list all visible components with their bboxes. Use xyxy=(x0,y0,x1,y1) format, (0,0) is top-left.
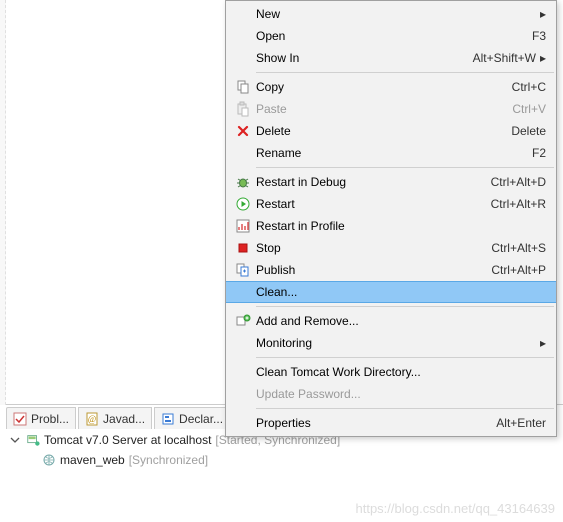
menu-label: Restart in Profile xyxy=(256,219,546,233)
menu-label: Publish xyxy=(256,263,479,277)
menu-restart-profile[interactable]: Restart in Profile xyxy=(226,215,556,237)
menu-shortcut: F3 xyxy=(520,29,546,43)
menu-open[interactable]: Open F3 xyxy=(226,25,556,47)
web-module-icon xyxy=(42,453,56,467)
menu-label: Add and Remove... xyxy=(256,314,546,328)
menu-shortcut: Alt+Enter xyxy=(484,416,546,430)
delete-icon xyxy=(230,123,256,139)
menu-rename[interactable]: Rename F2 xyxy=(226,142,556,164)
menu-label: Show In xyxy=(256,51,461,65)
menu-shortcut: Ctrl+Alt+R xyxy=(479,197,546,211)
menu-separator xyxy=(256,357,554,358)
menu-label: Paste xyxy=(256,102,500,116)
module-node[interactable]: maven_web [Synchronized] xyxy=(8,450,555,470)
menu-restart[interactable]: Restart Ctrl+Alt+R xyxy=(226,193,556,215)
menu-paste: Paste Ctrl+V xyxy=(226,98,556,120)
add-remove-icon xyxy=(230,313,256,329)
stop-icon xyxy=(230,240,256,256)
menu-label: Stop xyxy=(256,241,479,255)
editor-gutter xyxy=(0,0,6,405)
run-icon xyxy=(230,196,256,212)
menu-shortcut: Ctrl+Alt+D xyxy=(479,175,546,189)
menu-separator xyxy=(256,167,554,168)
menu-label: Copy xyxy=(256,80,500,94)
problems-icon xyxy=(13,412,27,426)
context-menu: New ▸ Open F3 Show In Alt+Shift+W ▸ Copy… xyxy=(225,0,557,437)
menu-separator xyxy=(256,306,554,307)
menu-properties[interactable]: Properties Alt+Enter xyxy=(226,412,556,434)
menu-label: Update Password... xyxy=(256,387,546,401)
menu-label: Clean Tomcat Work Directory... xyxy=(256,365,546,379)
menu-separator xyxy=(256,408,554,409)
menu-update-password: Update Password... xyxy=(226,383,556,405)
menu-label: Clean... xyxy=(256,285,546,299)
menu-shortcut: Ctrl+Alt+P xyxy=(479,263,546,277)
menu-clean[interactable]: Clean... xyxy=(226,281,556,303)
menu-shortcut: F2 xyxy=(520,146,546,160)
publish-icon xyxy=(230,262,256,278)
module-label: maven_web xyxy=(60,453,125,467)
tab-label: Declar... xyxy=(179,412,223,426)
menu-label: Restart xyxy=(256,197,479,211)
menu-shortcut: Delete xyxy=(499,124,546,138)
paste-icon xyxy=(230,101,256,117)
tab-declaration[interactable]: Declar... xyxy=(154,407,230,429)
tab-problems[interactable]: Probl... xyxy=(6,407,76,429)
twisty-expanded-icon[interactable] xyxy=(8,433,22,447)
workspace: Probl... @ Javad... Declar... Tomcat v7.… xyxy=(0,0,563,522)
menu-label: Rename xyxy=(256,146,520,160)
menu-label: Restart in Debug xyxy=(256,175,479,189)
tab-label: Probl... xyxy=(31,412,69,426)
server-label: Tomcat v7.0 Server at localhost xyxy=(44,433,211,447)
menu-shortcut: Ctrl+Alt+S xyxy=(479,241,546,255)
menu-delete[interactable]: Delete Delete xyxy=(226,120,556,142)
watermark: https://blog.csdn.net/qq_43164639 xyxy=(356,501,556,516)
tab-label: Javad... xyxy=(103,412,145,426)
menu-monitoring[interactable]: Monitoring ▸ xyxy=(226,332,556,354)
menu-copy[interactable]: Copy Ctrl+C xyxy=(226,76,556,98)
menu-shortcut: Ctrl+V xyxy=(500,102,546,116)
menu-stop[interactable]: Stop Ctrl+Alt+S xyxy=(226,237,556,259)
submenu-arrow-icon: ▸ xyxy=(536,336,546,350)
menu-shortcut: Ctrl+C xyxy=(500,80,546,94)
menu-new[interactable]: New ▸ xyxy=(226,3,556,25)
menu-shortcut: Alt+Shift+W xyxy=(461,51,536,65)
javadoc-icon: @ xyxy=(85,412,99,426)
menu-label: Properties xyxy=(256,416,484,430)
menu-publish[interactable]: Publish Ctrl+Alt+P xyxy=(226,259,556,281)
tab-javadoc[interactable]: @ Javad... xyxy=(78,407,152,429)
menu-label: Delete xyxy=(256,124,499,138)
copy-icon xyxy=(230,79,256,95)
debug-icon xyxy=(230,174,256,190)
menu-show-in[interactable]: Show In Alt+Shift+W ▸ xyxy=(226,47,556,69)
views-tabstrip: Probl... @ Javad... Declar... xyxy=(0,405,230,429)
menu-add-remove[interactable]: Add and Remove... xyxy=(226,310,556,332)
module-status: [Synchronized] xyxy=(129,453,208,467)
menu-clean-work-dir[interactable]: Clean Tomcat Work Directory... xyxy=(226,361,556,383)
svg-text:@: @ xyxy=(88,414,96,424)
menu-label: Open xyxy=(256,29,520,43)
menu-label: New xyxy=(256,7,536,21)
profile-icon xyxy=(230,218,256,234)
declaration-icon xyxy=(161,412,175,426)
submenu-arrow-icon: ▸ xyxy=(536,51,546,65)
menu-restart-debug[interactable]: Restart in Debug Ctrl+Alt+D xyxy=(226,171,556,193)
server-icon xyxy=(26,433,40,447)
submenu-arrow-icon: ▸ xyxy=(536,7,546,21)
menu-separator xyxy=(256,72,554,73)
menu-label: Monitoring xyxy=(256,336,536,350)
